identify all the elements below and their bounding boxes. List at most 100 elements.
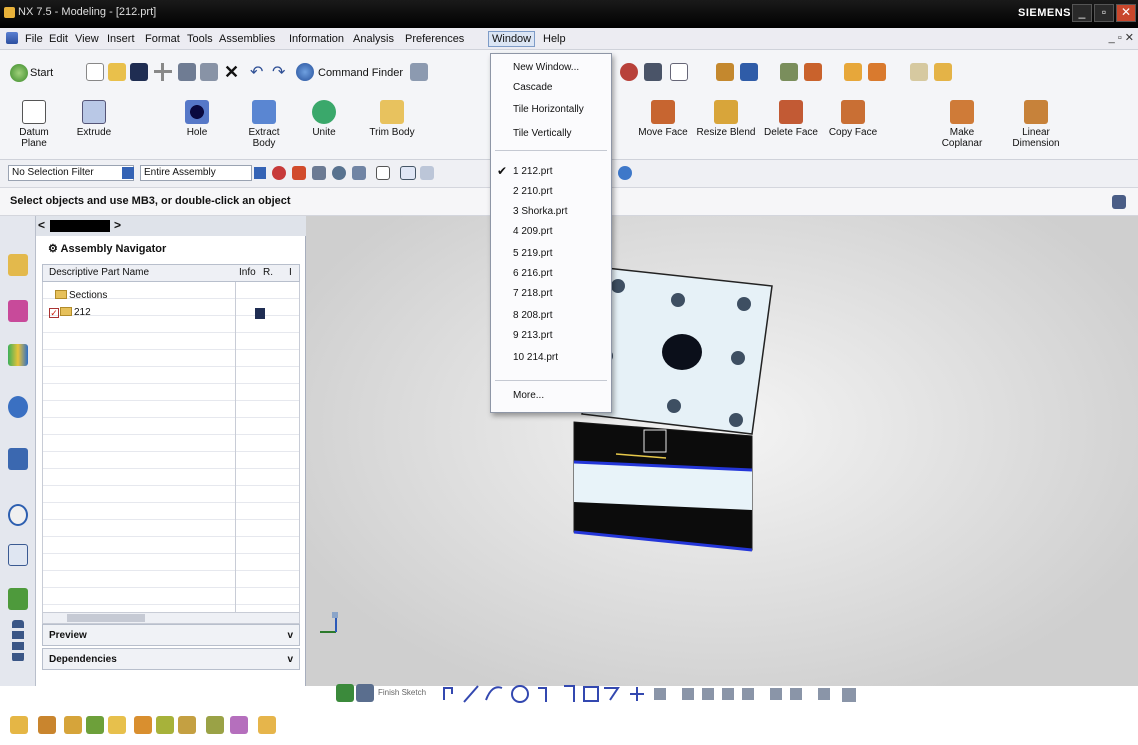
render-style-icon[interactable] <box>644 63 662 81</box>
edge-display-icon[interactable] <box>156 716 174 734</box>
delete-icon[interactable]: ✕ <box>224 62 239 83</box>
tree-row-sections[interactable]: Sections <box>55 290 107 301</box>
selection-arrow-icon[interactable] <box>410 63 428 81</box>
menu-information[interactable]: Information <box>286 32 347 46</box>
hole-button[interactable]: Hole <box>178 100 216 138</box>
chevron-down-icon[interactable]: v <box>287 654 293 665</box>
new-icon[interactable] <box>86 63 104 81</box>
snap-end-icon[interactable] <box>312 166 326 180</box>
command-finder-button[interactable]: Command Finder <box>318 67 403 79</box>
menu-help[interactable]: Help <box>540 32 569 46</box>
part-model-view[interactable] <box>306 216 1138 686</box>
menu-tile-horizontally[interactable]: Tile Horizontally <box>513 104 584 115</box>
menu-cascade[interactable]: Cascade <box>513 82 552 93</box>
shade-icon[interactable] <box>620 63 638 81</box>
menu-edit[interactable]: Edit <box>46 32 71 46</box>
command-finder-icon[interactable] <box>296 63 314 81</box>
curve-rule-icon[interactable] <box>400 166 416 180</box>
navigator-forward-button[interactable]: > <box>114 218 121 234</box>
checkbox-checked-icon[interactable]: ✓ <box>49 308 59 318</box>
assembly-navigator-tab-icon[interactable] <box>8 254 28 276</box>
open-icon[interactable] <box>108 63 126 81</box>
part-navigator-tab-icon[interactable] <box>8 344 28 366</box>
move-face-button[interactable]: Move Face <box>638 100 688 138</box>
navigator-horizontal-scrollbar[interactable] <box>42 612 300 624</box>
column-info[interactable]: Info <box>239 267 256 278</box>
layer-icon[interactable] <box>716 63 734 81</box>
mdi-window-controls[interactable]: _ ▫ ✕ <box>1109 31 1134 44</box>
measure-icon[interactable] <box>780 63 798 81</box>
point-constructor-icon[interactable] <box>868 63 886 81</box>
column-part-name[interactable]: Descriptive Part Name <box>49 267 149 278</box>
preview-panel-header[interactable]: Preview v <box>42 624 300 646</box>
scrollbar-thumb[interactable] <box>67 614 145 622</box>
snap-icon[interactable] <box>154 63 172 81</box>
menu-assemblies[interactable]: Assemblies <box>216 32 278 46</box>
menu-preferences[interactable]: Preferences <box>402 32 467 46</box>
sheet-icon[interactable] <box>910 63 928 81</box>
chevron-down-icon[interactable]: v <box>287 630 293 641</box>
dependencies-panel-header[interactable]: Dependencies v <box>42 648 300 670</box>
column-read-only[interactable]: R. <box>263 267 273 278</box>
menu-analysis[interactable]: Analysis <box>350 32 397 46</box>
resize-blend-button[interactable]: Resize Blend <box>696 100 756 138</box>
rectangle-select-icon[interactable] <box>376 166 390 180</box>
menu-new-window[interactable]: New Window... <box>513 62 579 73</box>
orient-view-icon[interactable] <box>108 716 126 734</box>
unite-button[interactable]: Unite <box>304 100 344 138</box>
snap-point-icon[interactable] <box>844 63 862 81</box>
menu-insert[interactable]: Insert <box>104 32 138 46</box>
layer-visibility-icon[interactable] <box>206 716 224 734</box>
fit-view-icon[interactable] <box>10 716 28 734</box>
trim-body-button[interactable]: Trim Body <box>366 100 418 138</box>
shaded-icon[interactable] <box>134 716 152 734</box>
analysis-icon[interactable] <box>804 63 822 81</box>
start-icon[interactable] <box>10 64 28 82</box>
snap-mid-icon[interactable] <box>352 166 366 180</box>
sketch-name-icon[interactable] <box>356 684 374 702</box>
paste-icon[interactable] <box>200 63 218 81</box>
column-i[interactable]: I <box>289 267 292 278</box>
close-icon[interactable]: ✕ <box>1116 4 1136 22</box>
save-icon[interactable] <box>130 63 148 81</box>
clip-section-icon[interactable] <box>178 716 196 734</box>
restore-icon[interactable]: ▫ <box>1094 4 1114 22</box>
menu-tile-vertically[interactable]: Tile Vertically <box>513 128 572 139</box>
show-hide-icon[interactable] <box>258 716 276 734</box>
redo-icon[interactable]: ↷ <box>272 62 285 82</box>
tree-row-212[interactable]: ✓ 212 <box>49 307 91 318</box>
selection-scope-dropdown[interactable]: Entire Assembly <box>140 165 252 181</box>
minimize-icon[interactable]: _ <box>1072 4 1092 22</box>
menu-view[interactable]: View <box>72 32 102 46</box>
reuse-library-tab-icon[interactable] <box>8 396 28 418</box>
copy-icon[interactable] <box>178 63 196 81</box>
menu-recent-9[interactable]: 9 213.prt <box>513 330 552 341</box>
menu-recent-10[interactable]: 10 214.prt <box>513 352 558 363</box>
selection-filter-dropdown[interactable]: No Selection Filter <box>8 165 134 181</box>
zoom-icon[interactable] <box>38 716 56 734</box>
system-materials-tab-icon[interactable] <box>8 544 28 566</box>
undo-icon[interactable]: ↶ <box>250 62 263 82</box>
wcs-icon[interactable] <box>740 63 758 81</box>
menu-recent-2[interactable]: 2 210.prt <box>513 186 552 197</box>
draft-icon[interactable] <box>934 63 952 81</box>
menu-tools[interactable]: Tools <box>184 32 216 46</box>
line-select-icon[interactable] <box>420 166 434 180</box>
sphere-select-icon[interactable] <box>618 166 632 180</box>
menu-window[interactable]: Window <box>488 31 536 47</box>
background-icon[interactable] <box>230 716 248 734</box>
start-button[interactable]: Start <box>30 67 53 79</box>
menu-format[interactable]: Format <box>142 32 183 46</box>
copy-face-button[interactable]: Copy Face <box>826 100 880 138</box>
chevron-down-icon[interactable] <box>122 167 134 179</box>
delete-face-button[interactable]: Delete Face <box>762 100 820 138</box>
extract-body-button[interactable]: Extract Body <box>242 100 286 149</box>
make-coplanar-button[interactable]: Make Coplanar <box>938 100 986 149</box>
constraint-navigator-tab-icon[interactable] <box>8 300 28 322</box>
menu-recent-6[interactable]: 6 216.prt <box>513 268 552 279</box>
navigator-back-button[interactable]: < <box>38 218 45 234</box>
roles-tab-icon[interactable] <box>8 588 28 610</box>
feature-select-icon[interactable] <box>292 166 306 180</box>
datum-plane-button[interactable]: Datum Plane <box>8 100 60 149</box>
rotate-icon[interactable] <box>64 716 82 734</box>
